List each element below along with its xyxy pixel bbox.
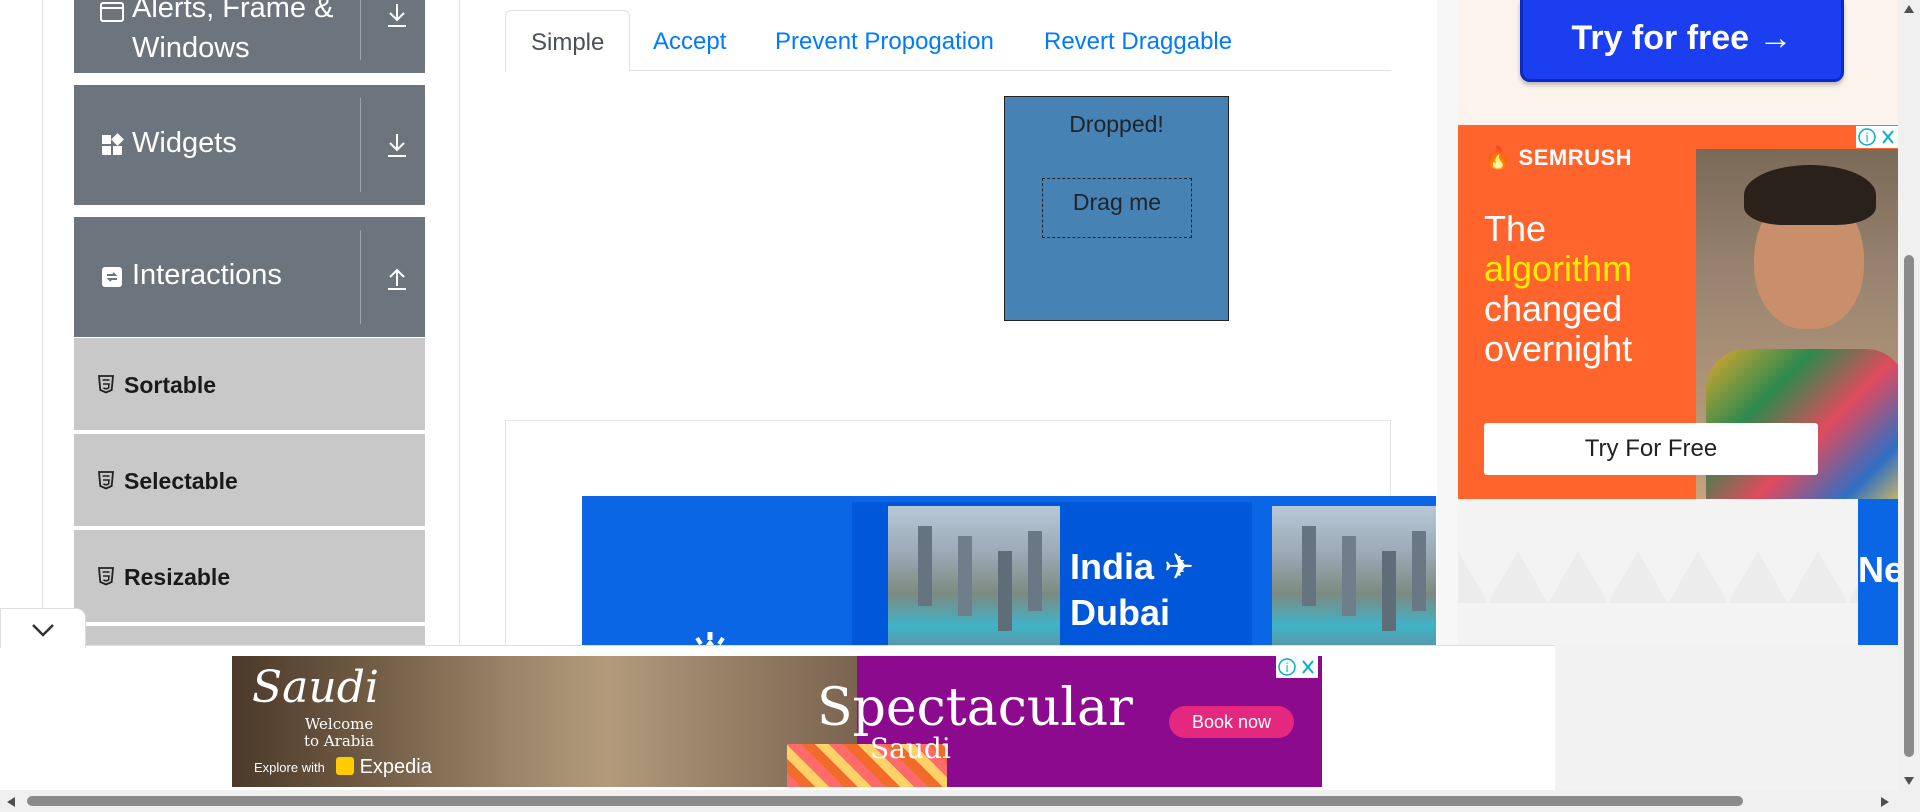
sidebar-divider: [459, 0, 460, 650]
dubai-city-image: [888, 506, 1060, 656]
saudi-headline: Spectacular: [817, 678, 1133, 738]
ad-info-close-icons[interactable]: i: [1856, 126, 1898, 148]
droppable-text: Dropped!: [1069, 111, 1164, 137]
saudi-welcome: Welcome to Arabia: [304, 715, 375, 750]
saudi-ad-banner[interactable]: Saudi Welcome to Arabia Explore with Exp…: [232, 656, 1322, 787]
semrush-logo: 🔥 SEMRUSH: [1484, 145, 1633, 170]
expedia-logo: Expedia: [336, 756, 432, 779]
try-for-free-button[interactable]: Try for free →: [1520, 0, 1844, 82]
svg-text:i: i: [1285, 661, 1288, 675]
saudi-logo: Saudi: [252, 662, 379, 713]
group-separator: [360, 230, 361, 324]
sidebar-item-resizable[interactable]: Resizable: [74, 530, 425, 624]
semrush-try-button[interactable]: Try For Free: [1484, 423, 1818, 475]
sidebar-item-label: Sortable: [124, 372, 217, 398]
up-arrow-icon[interactable]: [384, 262, 410, 292]
down-arrow-icon[interactable]: [384, 130, 410, 160]
tab-simple[interactable]: Simple: [505, 10, 631, 72]
vertical-scrollbar-thumb[interactable]: [1904, 255, 1914, 757]
hair: [1744, 165, 1876, 225]
horizontal-scrollbar-thumb[interactable]: [27, 796, 1743, 806]
dubai-city-image: [1272, 506, 1436, 656]
sidebar-group-interactions[interactable]: Interactions: [74, 217, 425, 337]
html5-icon: [98, 567, 114, 586]
sidebar-item-label: Resizable: [124, 564, 231, 590]
tab-revert-draggable[interactable]: Revert Draggable: [1044, 10, 1232, 72]
svg-text:i: i: [1865, 131, 1868, 145]
chevron-down-icon: [32, 624, 54, 637]
flight-route: India ✈ Dubai: [1070, 546, 1195, 633]
window-icon: [100, 2, 124, 22]
semrush-ad[interactable]: 🔥 SEMRUSH The algorithm changed overnigh…: [1458, 125, 1898, 499]
semrush-headline: The algorithm changed overnight: [1484, 208, 1633, 369]
interactions-icon: [102, 267, 122, 287]
ad-info-close-icons[interactable]: i: [1276, 656, 1318, 678]
expedia-icon: [336, 757, 354, 775]
html5-icon: [98, 375, 114, 394]
group-separator: [360, 0, 361, 60]
draggable-box[interactable]: Drag me: [1042, 178, 1192, 238]
tab-accept[interactable]: Accept: [653, 10, 726, 72]
down-arrow-icon[interactable]: [384, 0, 410, 30]
html5-icon: [98, 471, 114, 490]
explore-with-label: Explore with: [254, 760, 325, 775]
scroll-right-arrow-icon[interactable]: [1880, 796, 1890, 808]
sidebar-group-label: Alerts, Frame & Windows: [132, 0, 334, 64]
sidebar-group-alerts[interactable]: Alerts, Frame & Windows: [74, 0, 425, 73]
sidebar-item-selectable[interactable]: Selectable: [74, 434, 425, 528]
group-separator: [360, 98, 361, 192]
saudi-subheadline: Saudi: [870, 732, 951, 765]
sidebar-group-widgets[interactable]: Widgets: [74, 85, 425, 205]
semrush-flame-icon: 🔥: [1484, 145, 1512, 170]
widgets-icon: [102, 133, 124, 155]
scroll-down-arrow-icon[interactable]: [1903, 776, 1915, 786]
sidebar-group-label: Interactions: [132, 259, 282, 291]
sidebar-item-label: Selectable: [124, 468, 238, 494]
book-now-button[interactable]: Book now: [1169, 706, 1294, 738]
collapse-ad-button[interactable]: [0, 608, 86, 648]
scroll-up-arrow-icon[interactable]: [1903, 4, 1915, 14]
content-left-border: [42, 0, 43, 650]
sidebar-item-sortable[interactable]: Sortable: [74, 338, 425, 432]
scroll-left-arrow-icon[interactable]: [6, 796, 16, 808]
sidebar-group-label: Widgets: [132, 127, 237, 159]
tab-prevent-propogation[interactable]: Prevent Propogation: [775, 10, 994, 72]
